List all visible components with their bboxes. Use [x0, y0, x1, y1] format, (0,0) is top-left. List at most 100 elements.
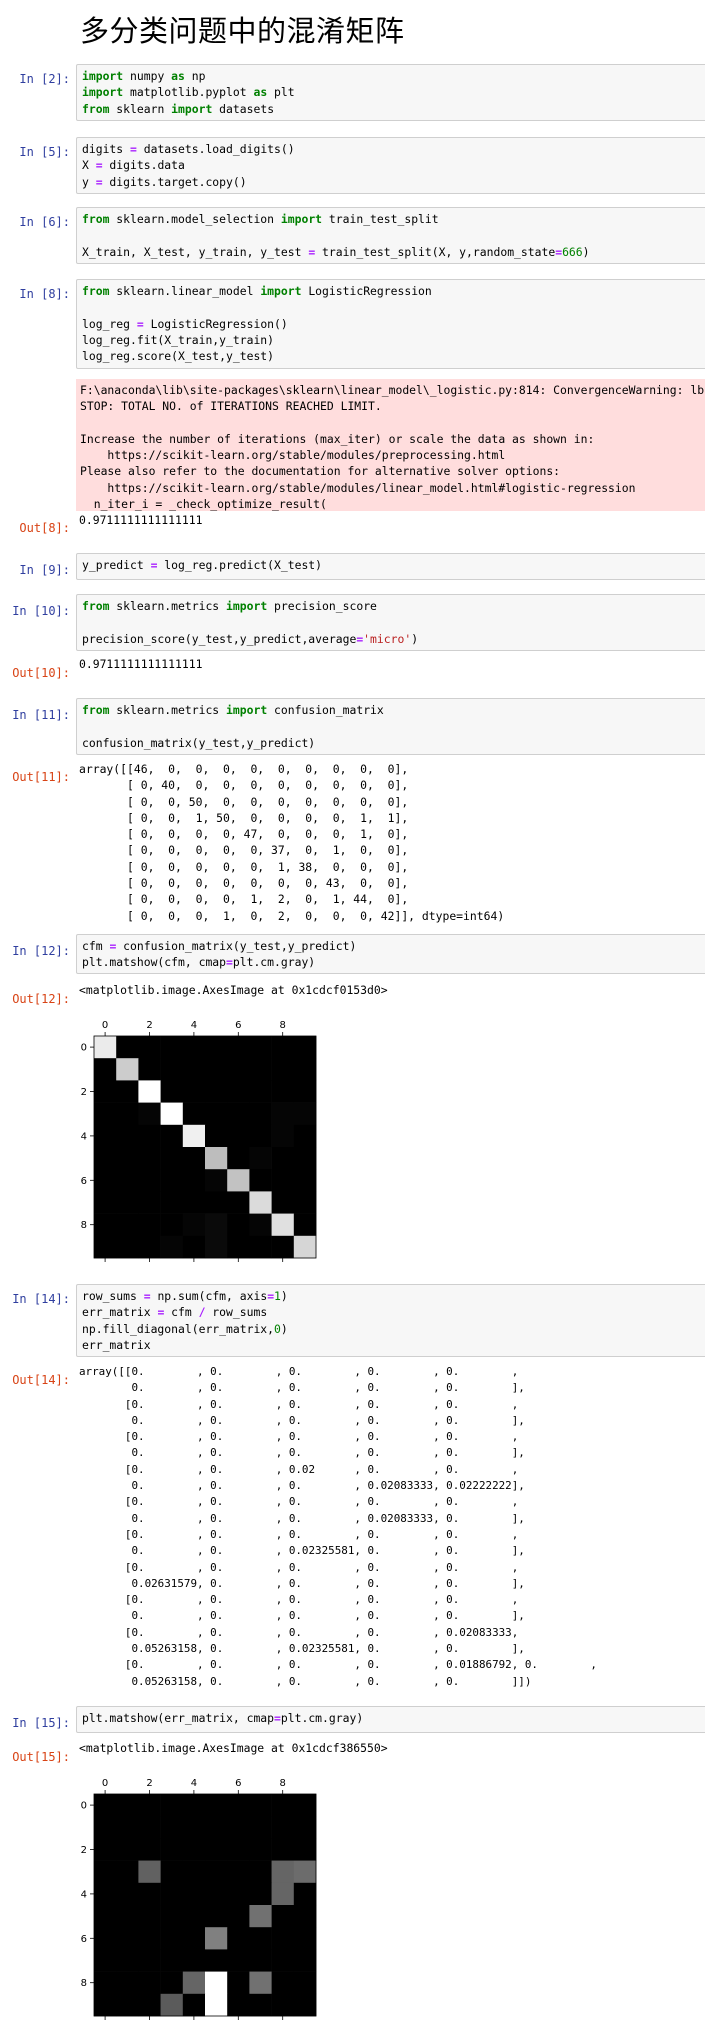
heatmap-cell [205, 1169, 228, 1192]
heatmap-cell [293, 1949, 317, 1972]
heatmap-cell [271, 1882, 295, 1906]
heatmap-cell [160, 1213, 184, 1237]
heatmap-cell [293, 1080, 317, 1103]
heatmap-cell [249, 1882, 272, 1906]
error-matrix-output: array([[0. , 0. , 0. , 0. , 0. , 0. , 0.… [79, 1365, 597, 1688]
heatmap-cell [160, 1102, 184, 1126]
heatmap-cell [227, 1816, 250, 1839]
heatmap-cell [94, 1124, 117, 1148]
heatmap-cell [138, 1080, 161, 1103]
heatmap-cell [205, 1993, 228, 2017]
heatmap-cell [182, 1191, 206, 1214]
heatmap-cell [182, 1213, 206, 1237]
heatmap-cell [138, 1993, 161, 2017]
y-tick-label: 8 [81, 1220, 87, 1231]
code-cell[interactable]: from sklearn.metrics import precision_sc… [76, 594, 705, 651]
heatmap-cell [116, 1169, 139, 1192]
input-prompt: In [8]: [19, 287, 70, 301]
heatmap-cell [249, 1036, 272, 1059]
heatmap-cell [271, 1036, 295, 1059]
heatmap-cell [160, 1816, 184, 1839]
heatmap-cell [227, 1838, 250, 1861]
heatmap-cell [227, 1147, 250, 1170]
heatmap-cell [271, 1235, 295, 1259]
heatmap-cell [94, 1838, 117, 1861]
heatmap-cell [94, 1147, 117, 1170]
heatmap-cell [94, 1816, 117, 1839]
heatmap-cell [160, 1838, 184, 1861]
heatmap-cell [182, 1058, 206, 1081]
heatmap-cell [138, 1882, 161, 1906]
y-tick-label: 2 [81, 1845, 87, 1856]
heatmap-cell [138, 1124, 161, 1148]
heatmap-cell [116, 1080, 139, 1103]
heatmap-cell [271, 1993, 295, 2017]
heatmap-cell [116, 1191, 139, 1214]
heatmap-cell [249, 1080, 272, 1103]
heatmap-cell [138, 1058, 161, 1081]
code-cell[interactable]: digits = datasets.load_digits() X = digi… [76, 137, 705, 194]
heatmap-cell [138, 1860, 161, 1884]
warning-output: F:\anaconda\lib\site-packages\sklearn\li… [76, 379, 705, 511]
heatmap-cell [94, 1882, 117, 1906]
heatmap-cell [293, 1058, 317, 1081]
code-cell[interactable]: from sklearn.metrics import confusion_ma… [76, 698, 705, 755]
heatmap-cell [271, 1102, 295, 1126]
heatmap-cell [293, 1169, 317, 1192]
heatmap-cell [293, 1838, 317, 1861]
code-cell[interactable]: from sklearn.linear_model import Logisti… [76, 279, 705, 369]
y-tick-label: 0 [81, 1043, 87, 1054]
input-prompt: In [11]: [12, 708, 70, 722]
heatmap-cell [160, 1949, 184, 1972]
heatmap-cell [94, 1927, 117, 1950]
x-tick-label: 6 [235, 1020, 241, 1031]
heatmap-cell [249, 1905, 272, 1928]
code-cell[interactable]: plt.matshow(err_matrix, cmap=plt.cm.gray… [76, 1706, 705, 1733]
heatmap-cell [160, 1993, 184, 2017]
heatmap-cell [116, 1124, 139, 1148]
y-tick-label: 6 [81, 1934, 87, 1945]
heatmap-cell [227, 1905, 250, 1928]
heatmap-cell [138, 1191, 161, 1214]
heatmap-cell [271, 1905, 295, 1928]
heatmap-cell [205, 1816, 228, 1839]
heatmap-cell [249, 1927, 272, 1950]
x-tick-label: 6 [235, 1778, 241, 1789]
x-tick-label: 2 [146, 1020, 152, 1031]
heatmap-cell [94, 1235, 117, 1259]
heatmap-cell [227, 1124, 250, 1148]
heatmap-cell [249, 1993, 272, 2017]
input-prompt: In [2]: [19, 72, 70, 86]
heatmap-cell [249, 1147, 272, 1170]
heatmap-cell [138, 1949, 161, 1972]
heatmap-cell [271, 1058, 295, 1081]
code-cell[interactable]: cfm = confusion_matrix(y_test,y_predict)… [76, 934, 705, 974]
heatmap-cell [182, 1235, 206, 1259]
heatmap-cell [94, 1213, 117, 1237]
code-cell[interactable]: import numpy as np import matplotlib.pyp… [76, 64, 705, 121]
heatmap-cell [138, 1235, 161, 1259]
heatmap-cell [182, 1860, 206, 1884]
heatmap-cell [138, 1036, 161, 1059]
heatmap-cell [94, 1860, 117, 1884]
heatmap-cell [94, 1905, 117, 1928]
heatmap-cell [94, 1169, 117, 1192]
input-prompt: In [9]: [19, 563, 70, 577]
heatmap-cell [116, 1838, 139, 1861]
y-tick-label: 0 [81, 1801, 87, 1812]
heatmap-cell [227, 1971, 250, 1995]
heatmap-cell [116, 1882, 139, 1906]
heatmap-cell [94, 1794, 117, 1817]
output-prompt: Out[12]: [12, 992, 70, 1006]
heatmap-cell [160, 1971, 184, 1995]
heatmap-cell [249, 1102, 272, 1126]
y-tick-label: 6 [81, 1176, 87, 1187]
code-cell[interactable]: row_sums = np.sum(cfm, axis=1) err_matri… [76, 1284, 705, 1357]
heatmap-cell [116, 1213, 139, 1237]
heatmap-cell [293, 1147, 317, 1170]
y-tick-label: 2 [81, 1087, 87, 1098]
x-tick-label: 8 [280, 1778, 286, 1789]
code-cell[interactable]: y_predict = log_reg.predict(X_test) [76, 553, 705, 580]
code-cell[interactable]: from sklearn.model_selection import trai… [76, 207, 705, 264]
heatmap-cell [160, 1235, 184, 1259]
